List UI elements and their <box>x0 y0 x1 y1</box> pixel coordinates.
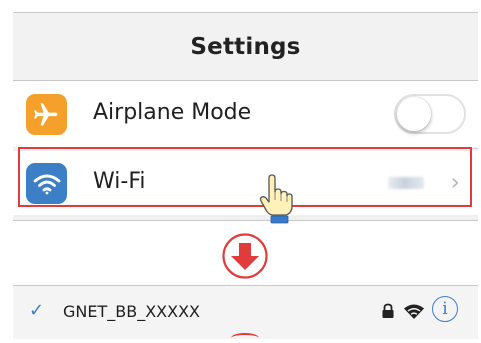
info-glyph: i <box>442 298 448 319</box>
chevron-right-icon: › <box>450 168 460 196</box>
network-name: GNET_BB_XXXXX <box>63 302 201 321</box>
airplane-mode-row[interactable]: Airplane Mode <box>13 81 478 147</box>
wifi-network-value-obscured <box>388 177 424 189</box>
wifi-network-row[interactable]: ✓ GNET_BB_XXXXX i <box>13 285 478 339</box>
wifi-icon <box>26 163 67 204</box>
wifi-label: Wi-Fi <box>93 169 146 194</box>
toggle-knob <box>397 97 431 131</box>
next-arrow-badge-partial <box>231 333 259 343</box>
wifi-signal-icon <box>404 304 424 319</box>
airplane-mode-label: Airplane Mode <box>93 100 252 125</box>
checkmark-icon: ✓ <box>29 300 45 321</box>
down-arrow-icon <box>222 233 268 279</box>
wifi-row[interactable]: Wi-Fi › <box>13 151 478 215</box>
page-title: Settings <box>190 33 301 60</box>
navigation-bar: Settings <box>13 13 478 81</box>
row-divider <box>93 148 478 149</box>
settings-panel: Settings Airplane Mode Wi-Fi › <box>13 12 478 221</box>
airplane-mode-toggle[interactable] <box>394 94 466 134</box>
lock-icon <box>382 303 394 318</box>
airplane-icon <box>26 94 67 135</box>
info-icon[interactable]: i <box>432 296 458 322</box>
hand-pointer-icon <box>259 174 293 224</box>
